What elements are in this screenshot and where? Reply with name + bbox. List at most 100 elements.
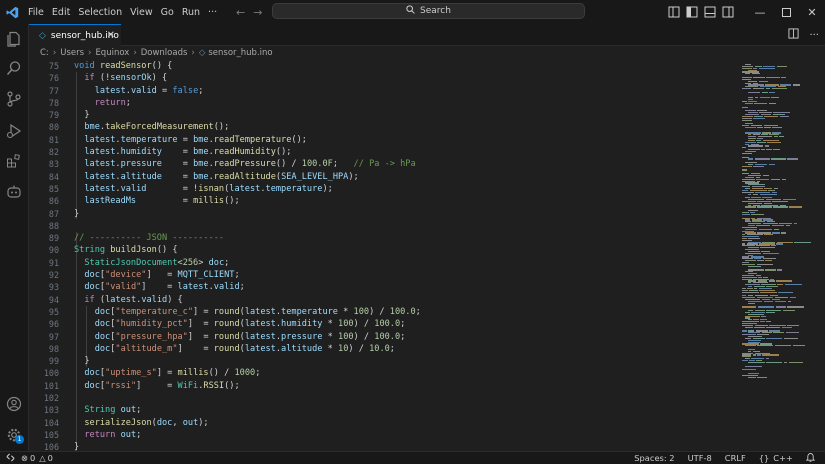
menu-go[interactable]: Go [157,7,178,18]
line-number: 86 [48,196,59,207]
close-icon[interactable]: ✕ [799,0,825,24]
copilot-icon[interactable] [4,182,24,202]
minimap-line [742,165,752,167]
split-editor-icon[interactable] [788,28,799,42]
cpp-file-icon: ◇ [198,48,206,58]
minimap-line [766,326,781,328]
line-number: 92 [48,270,59,281]
menu-edit[interactable]: Edit [48,7,74,18]
command-center-search[interactable]: Search [272,3,585,19]
run-debug-icon[interactable] [4,121,24,141]
toggle-sidebar-icon[interactable] [686,6,698,18]
more-actions-icon[interactable]: ··· [809,30,819,41]
minimap-line [742,147,746,149]
close-tab-icon[interactable]: ✕ [107,30,115,41]
minimap-line [754,158,770,160]
menu-view[interactable]: View [126,7,157,18]
breadcrumb-drive[interactable]: C: [40,48,49,58]
minimap-line [768,102,776,105]
account-icon[interactable] [4,394,24,414]
minimap-line [774,300,787,302]
minimap-line [748,158,754,160]
language-label: C++ [773,453,793,463]
minimap-line [781,178,786,180]
minimap-line [754,102,768,105]
minimap-line [751,73,760,75]
minimap-line [742,169,748,171]
line-number: 75 [48,61,59,71]
minimap-line [789,206,802,208]
code-line: void readSensor() { [74,61,173,71]
breadcrumb-downloads[interactable]: Downloads [141,48,188,58]
indentation-status[interactable]: Spaces: 2 [634,453,674,463]
source-control-icon[interactable] [4,89,24,109]
title-bar: File Edit Selection View Go Run ··· ← → … [0,0,825,24]
forward-arrow-icon[interactable]: → [253,6,262,19]
minimap-line [773,206,788,208]
breadcrumb-equinox[interactable]: Equinox [95,48,129,58]
extensions-icon[interactable] [4,151,24,171]
language-status[interactable]: {} C++ [759,453,793,463]
code-line: if (!sensorOk) { [84,73,168,84]
breadcrumb-file[interactable]: sensor_hub.ino [208,48,272,58]
menu-bar: File Edit Selection View Go Run ··· [24,7,221,18]
line-number: 88 [48,220,59,231]
line-number: 91 [48,257,59,268]
line-number: 78 [48,97,59,108]
code-line: // ---------- JSON ---------- [74,233,225,244]
code-line: latest.altitude = bme.readAltitude(SEA_L… [84,171,359,182]
minimize-icon[interactable]: — [747,0,773,24]
breadcrumb-users[interactable]: Users [60,48,84,58]
code-editor[interactable]: 75 76 77 78 79 80 81 82 83 84 85 86 87 88 89 90 91 92 93 94… [29,60,825,451]
minimap-line [762,354,779,356]
minimap-line [745,102,753,105]
line-number: 97 [48,331,59,342]
breadcrumb: C: › Users › Equinox › Downloads › ◇ sensor_h… [29,46,273,60]
encoding-status[interactable]: UTF-8 [688,453,712,463]
menu-more[interactable]: ··· [204,7,221,18]
minimap-line [757,345,774,347]
minimap-line [787,300,792,302]
menu-file[interactable]: File [24,7,48,18]
tab-sensor-hub[interactable]: ◇ sensor_hub.ino ✕ [29,24,121,46]
minimap-line [748,91,761,93]
bell-icon[interactable] [805,452,816,464]
maximize-icon[interactable] [773,0,799,24]
minimap-line [757,376,768,378]
minimap-line [765,88,771,90]
code-line: doc["valid"] = latest.valid; [84,282,245,293]
toggle-bottom-panel-icon[interactable] [704,6,716,18]
minimap-line [792,84,801,86]
minimap-line [783,361,787,364]
line-number: 82 [48,147,59,158]
minimap-line [748,302,756,304]
warning-count: 0 [47,453,53,463]
settings-gear-icon[interactable]: 1 [4,425,24,445]
vertical-scrollbar[interactable] [819,60,825,451]
minimap-line [745,326,753,328]
minimap-line [745,126,756,129]
minimap-line [772,232,780,234]
back-arrow-icon[interactable]: ← [236,6,245,19]
vscode-logo-icon [0,0,24,24]
minimap-line [785,224,790,227]
minimap-line [748,361,765,364]
eol-status[interactable]: CRLF [725,453,746,463]
code-line: latest.valid = !isnan(latest.temperature… [84,183,333,194]
status-left: ⊗ 0 △ 0 [6,452,53,464]
toggle-panel-icon[interactable] [668,6,680,18]
menu-selection[interactable]: Selection [74,7,126,18]
code-line: return; [94,97,131,108]
code-line: doc["pressure_hpa"] = round(latest.press… [94,331,406,342]
toggle-secondary-sidebar-icon[interactable] [722,6,734,18]
remote-icon[interactable] [6,453,15,464]
search-icon[interactable] [4,58,24,78]
minimap-line [757,306,775,308]
minimap-line [742,306,757,308]
explorer-icon[interactable] [4,29,24,49]
menu-run[interactable]: Run [178,7,204,18]
error-icon: ⊗ [21,453,28,463]
chevron-right-icon: › [52,48,57,58]
minimap[interactable] [742,60,820,451]
problems-indicator[interactable]: ⊗ 0 △ 0 [21,453,53,463]
